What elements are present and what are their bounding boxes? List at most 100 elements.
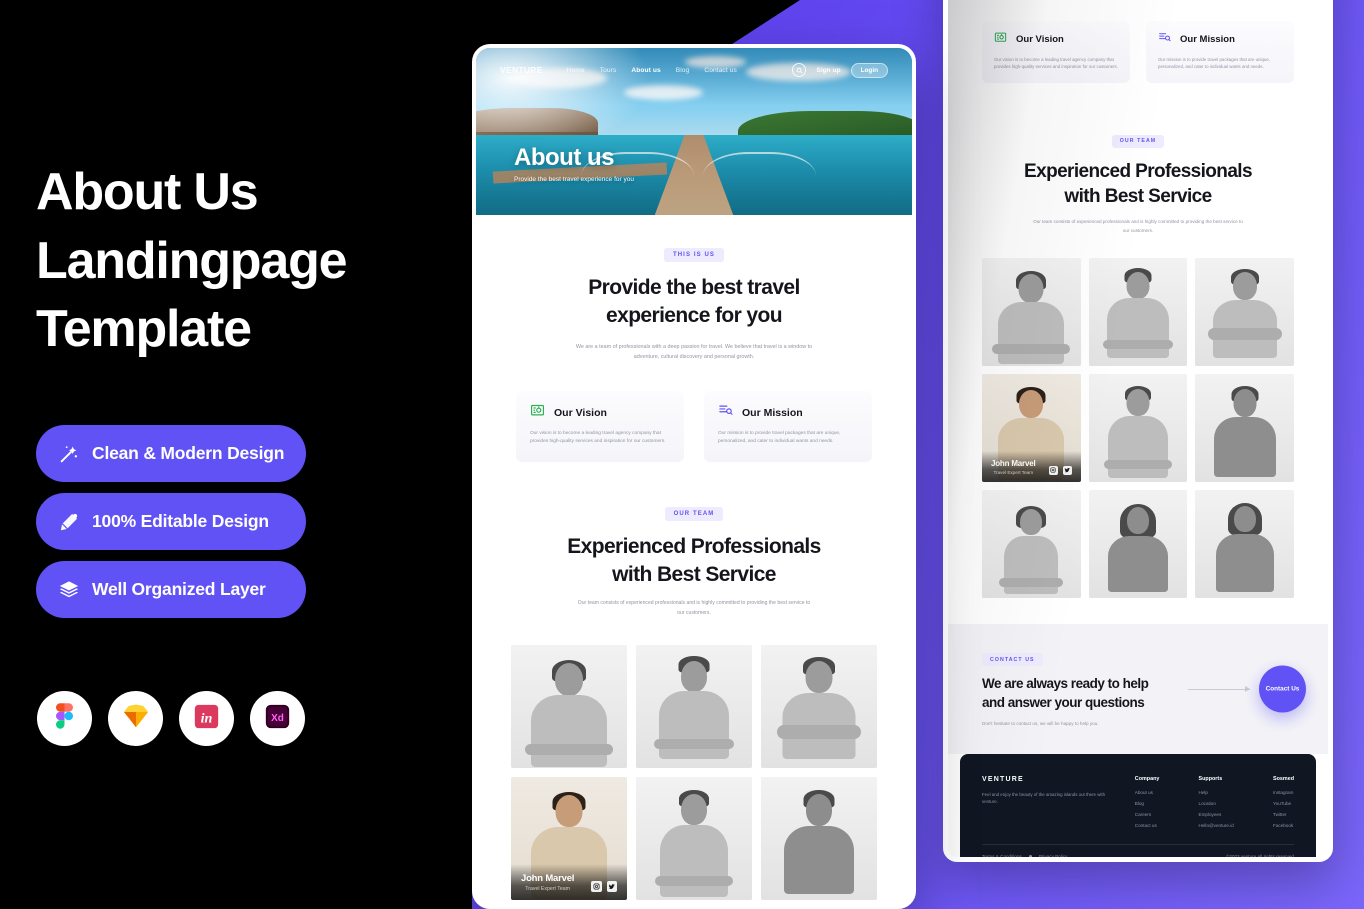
- nav-link-home[interactable]: Home: [567, 67, 585, 74]
- team-section: OUR TEAM Experienced Professionals with …: [476, 461, 912, 905]
- mission-title: Our Mission: [1180, 34, 1235, 46]
- team-member-photo[interactable]: [636, 644, 752, 768]
- sketch-app-button[interactable]: [108, 691, 163, 746]
- nav-link-contact-us[interactable]: Contact us: [704, 67, 737, 74]
- footer-column-heading: Company: [1134, 775, 1160, 782]
- vision-card[interactable]: Our Vision Our vision is to become a lea…: [516, 390, 684, 462]
- footer-link[interactable]: Blog: [1135, 801, 1160, 806]
- sketch-icon: [123, 704, 149, 733]
- invision-icon: in: [194, 704, 219, 734]
- footer-link[interactable]: Location: [1199, 801, 1234, 806]
- contact-section: CONTACT US We are always ready to help a…: [948, 623, 1328, 754]
- footer-link[interactable]: About us: [1135, 790, 1160, 795]
- footer-link[interactable]: Facebook: [1273, 823, 1294, 828]
- figma-app-button[interactable]: [37, 691, 92, 746]
- footer-copyright: ©2023 venture All rights reserved: [1226, 853, 1294, 857]
- nav-signup-link[interactable]: Sign up: [816, 67, 840, 74]
- hero-title: About us: [514, 144, 614, 171]
- team-member-role: Travel Expert Team: [993, 469, 1034, 475]
- footer-column-supports: Supports Help Location Employees Hello@v…: [1199, 776, 1234, 828]
- team-member-photo[interactable]: [511, 644, 627, 768]
- team-member-name: John Marvel: [991, 458, 1036, 468]
- figma-icon: [56, 703, 73, 734]
- footer-column-company: Company About us Blog Careers Contact us: [1135, 776, 1160, 828]
- team-paragraph: Our team consists of experienced profess…: [1033, 219, 1243, 234]
- footer-brand: VENTURE: [982, 775, 1024, 783]
- team-member-photo[interactable]: [982, 489, 1081, 598]
- footer-bullet-separator: [1028, 854, 1032, 857]
- team-member-photo[interactable]: [1088, 257, 1188, 366]
- footer-column-sosmed: Sosmed Instagram YouTube Twitter Faceboo…: [1273, 776, 1294, 828]
- layers-icon: [58, 579, 80, 601]
- contact-us-button[interactable]: Contact Us: [1259, 665, 1306, 713]
- team-member-photo[interactable]: [761, 644, 877, 768]
- nav-link-tours[interactable]: Tours: [600, 67, 617, 74]
- team-member-overlay: John Marvel Travel Expert Team: [511, 863, 627, 900]
- footer-link[interactable]: Employees: [1199, 812, 1234, 817]
- about-badge: THIS IS US: [663, 248, 724, 262]
- team-photo-grid: John Marvel Travel Expert Team: [511, 644, 877, 905]
- vision-title: Our Vision: [1016, 34, 1064, 46]
- navbar-actions: Sign up Login: [792, 62, 888, 78]
- footer-terms-link[interactable]: Terms & Conditions: [982, 854, 1022, 857]
- team-heading-line1: Experienced Professionals: [567, 534, 821, 558]
- hero-banner: VENTURE Home Tours About us Blog Contact…: [476, 48, 912, 215]
- instagram-icon[interactable]: [591, 881, 602, 892]
- vision-mission-cards: Our Vision Our vision is to become a lea…: [982, 20, 1294, 84]
- site-navbar: VENTURE Home Tours About us Blog Contact…: [476, 59, 912, 81]
- team-badge: OUR TEAM: [664, 506, 724, 521]
- team-member-photo[interactable]: [636, 776, 752, 900]
- team-heading-line1: Experienced Professionals: [1024, 160, 1252, 182]
- team-member-photo[interactable]: [1195, 257, 1294, 366]
- nav-link-blog[interactable]: Blog: [676, 67, 690, 74]
- team-member-card-featured[interactable]: John Marvel Travel Expert Team: [982, 373, 1081, 482]
- footer-privacy-link[interactable]: Privacy Policy: [1039, 854, 1068, 857]
- footer-link[interactable]: YouTube: [1273, 801, 1294, 806]
- promo-panel: About Us Landingpage Template Clean & Mo…: [0, 0, 472, 909]
- team-member-overlay: John Marvel Travel Expert Team: [982, 450, 1081, 482]
- nav-login-button[interactable]: Login: [850, 62, 888, 78]
- vision-card[interactable]: Our Vision Our vision is to become a lea…: [982, 20, 1130, 84]
- invision-app-button[interactable]: in: [179, 691, 234, 746]
- team-member-photo[interactable]: [1195, 489, 1294, 598]
- vision-body: Our vision is to become a leading travel…: [530, 430, 666, 444]
- footer-column-heading: Supports: [1198, 775, 1223, 782]
- about-heading-line1: Provide the best travel: [588, 276, 800, 299]
- team-heading-line2: with Best Service: [612, 562, 776, 586]
- team-member-photo[interactable]: [761, 776, 877, 900]
- footer-link[interactable]: Twitter: [1273, 812, 1294, 817]
- team-member-photo[interactable]: [1088, 373, 1188, 482]
- landing-page-mockup-primary: VENTURE Home Tours About us Blog Contact…: [472, 44, 916, 909]
- mission-card[interactable]: Our Mission Our mission is to provide tr…: [704, 390, 872, 462]
- nav-link-about-us[interactable]: About us: [631, 67, 660, 74]
- about-section: THIS IS US Provide the best travel exper…: [476, 215, 912, 462]
- instagram-icon[interactable]: [1048, 465, 1058, 475]
- team-paragraph: Our team consists of experienced profess…: [577, 599, 811, 616]
- footer-link[interactable]: Hello@venture.id: [1199, 823, 1234, 828]
- feature-badge-label: Well Organized Layer: [92, 579, 266, 599]
- team-member-card-featured[interactable]: John Marvel Travel Expert Team: [511, 776, 627, 900]
- footer-link[interactable]: Contact us: [1135, 823, 1160, 828]
- contact-arrow-icon: [1188, 686, 1250, 693]
- mission-card[interactable]: Our Mission Our mission is to provide tr…: [1146, 20, 1294, 84]
- team-member-photo[interactable]: [1088, 489, 1188, 598]
- promo-title: About Us Landingpage Template: [36, 163, 348, 359]
- footer-link[interactable]: Instagram: [1273, 790, 1294, 795]
- twitter-icon[interactable]: [606, 881, 617, 892]
- team-member-photo[interactable]: [982, 257, 1081, 366]
- feature-badge-organized-layer[interactable]: Well Organized Layer: [36, 561, 306, 618]
- feature-badge-clean-modern-design[interactable]: Clean & Modern Design: [36, 425, 306, 482]
- vision-target-icon: [994, 31, 1007, 49]
- feature-badge-label: Clean & Modern Design: [92, 443, 285, 463]
- search-icon[interactable]: [792, 63, 807, 77]
- footer-column-heading: Sosmed: [1273, 775, 1294, 782]
- mission-body: Our mission is to provide travel package…: [1158, 56, 1271, 70]
- vision-target-icon: [530, 403, 545, 423]
- footer-link[interactable]: Help: [1199, 790, 1234, 795]
- adobe-xd-app-button[interactable]: Xd: [250, 691, 305, 746]
- footer-link[interactable]: Careers: [1135, 812, 1160, 817]
- navbar-logo[interactable]: VENTURE: [500, 65, 543, 75]
- feature-badge-editable-design[interactable]: 100% Editable Design: [36, 493, 306, 550]
- team-member-photo[interactable]: [1195, 373, 1294, 482]
- twitter-icon[interactable]: [1062, 465, 1072, 475]
